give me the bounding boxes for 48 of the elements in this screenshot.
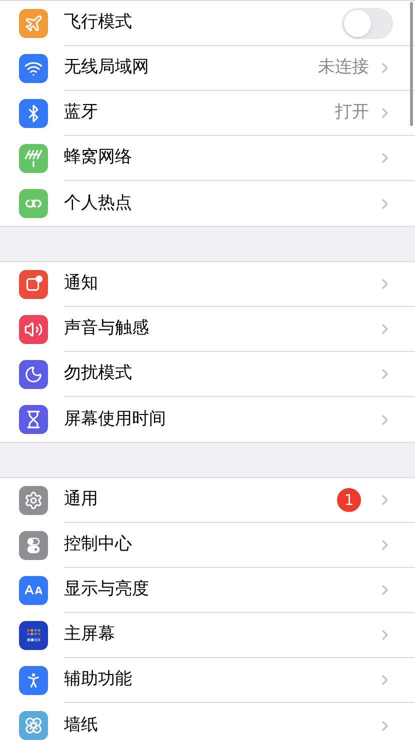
wifi-icon xyxy=(19,54,48,83)
row-label: 通知 xyxy=(64,272,99,296)
settings-row[interactable]: 通知 xyxy=(0,262,415,307)
gear-icon xyxy=(19,486,48,515)
row-value: 打开 xyxy=(335,101,369,124)
row-label: 勿扰模式 xyxy=(64,362,133,386)
row-label: 主屏幕 xyxy=(64,623,116,646)
app-grid-icon xyxy=(19,621,48,650)
settings-row[interactable]: 飞行模式 xyxy=(0,1,415,46)
row-label: 个人热点 xyxy=(64,192,133,215)
hourglass-icon xyxy=(19,405,48,434)
settings-row[interactable]: 通用 1 xyxy=(0,478,415,523)
settings-row[interactable]: 墙纸 xyxy=(0,703,415,748)
row-label: 飞行模式 xyxy=(64,11,133,34)
row-label: 显示与亮度 xyxy=(64,578,150,602)
row-label: 声音与触感 xyxy=(64,317,150,340)
row-label: 蜂窝网络 xyxy=(64,146,133,170)
settings-row[interactable]: 主屏幕 xyxy=(0,613,415,658)
accessibility-icon xyxy=(19,666,48,695)
switches-icon xyxy=(19,531,48,560)
flower-icon xyxy=(19,711,48,740)
moon-icon xyxy=(19,360,48,389)
settings-row[interactable]: 勿扰模式 xyxy=(0,352,415,397)
settings-row[interactable]: 控制中心 xyxy=(0,523,415,568)
settings-row[interactable]: 蓝牙 打开 xyxy=(0,91,415,136)
settings-row[interactable]: 屏幕使用时间 xyxy=(0,397,415,442)
row-label: 屏幕使用时间 xyxy=(64,408,167,431)
speaker-icon xyxy=(19,315,48,344)
row-label: 蓝牙 xyxy=(64,101,99,124)
toggle-switch[interactable] xyxy=(342,8,393,38)
settings-row[interactable]: 辅助功能 xyxy=(0,658,415,703)
row-label: 通用 xyxy=(64,488,99,512)
settings-row[interactable]: 个人热点 xyxy=(0,181,415,226)
airplane-icon xyxy=(19,9,48,38)
settings-row[interactable]: 蜂窝网络 xyxy=(0,136,415,181)
row-label: 无线局域网 xyxy=(64,56,150,80)
settings-row[interactable]: 声音与触感 xyxy=(0,307,415,352)
text-size-icon xyxy=(19,576,48,605)
row-value: 未连接 xyxy=(318,56,369,80)
row-label: 墙纸 xyxy=(64,714,99,737)
chain-link-icon xyxy=(19,189,48,218)
notification-badge: 1 xyxy=(337,488,361,512)
settings-row[interactable]: 无线局域网 未连接 xyxy=(0,46,415,91)
notification-icon xyxy=(19,270,48,299)
row-label: 辅助功能 xyxy=(64,668,133,692)
bluetooth-icon xyxy=(19,99,48,128)
row-label: 控制中心 xyxy=(64,533,133,556)
settings-row[interactable]: 显示与亮度 xyxy=(0,568,415,613)
